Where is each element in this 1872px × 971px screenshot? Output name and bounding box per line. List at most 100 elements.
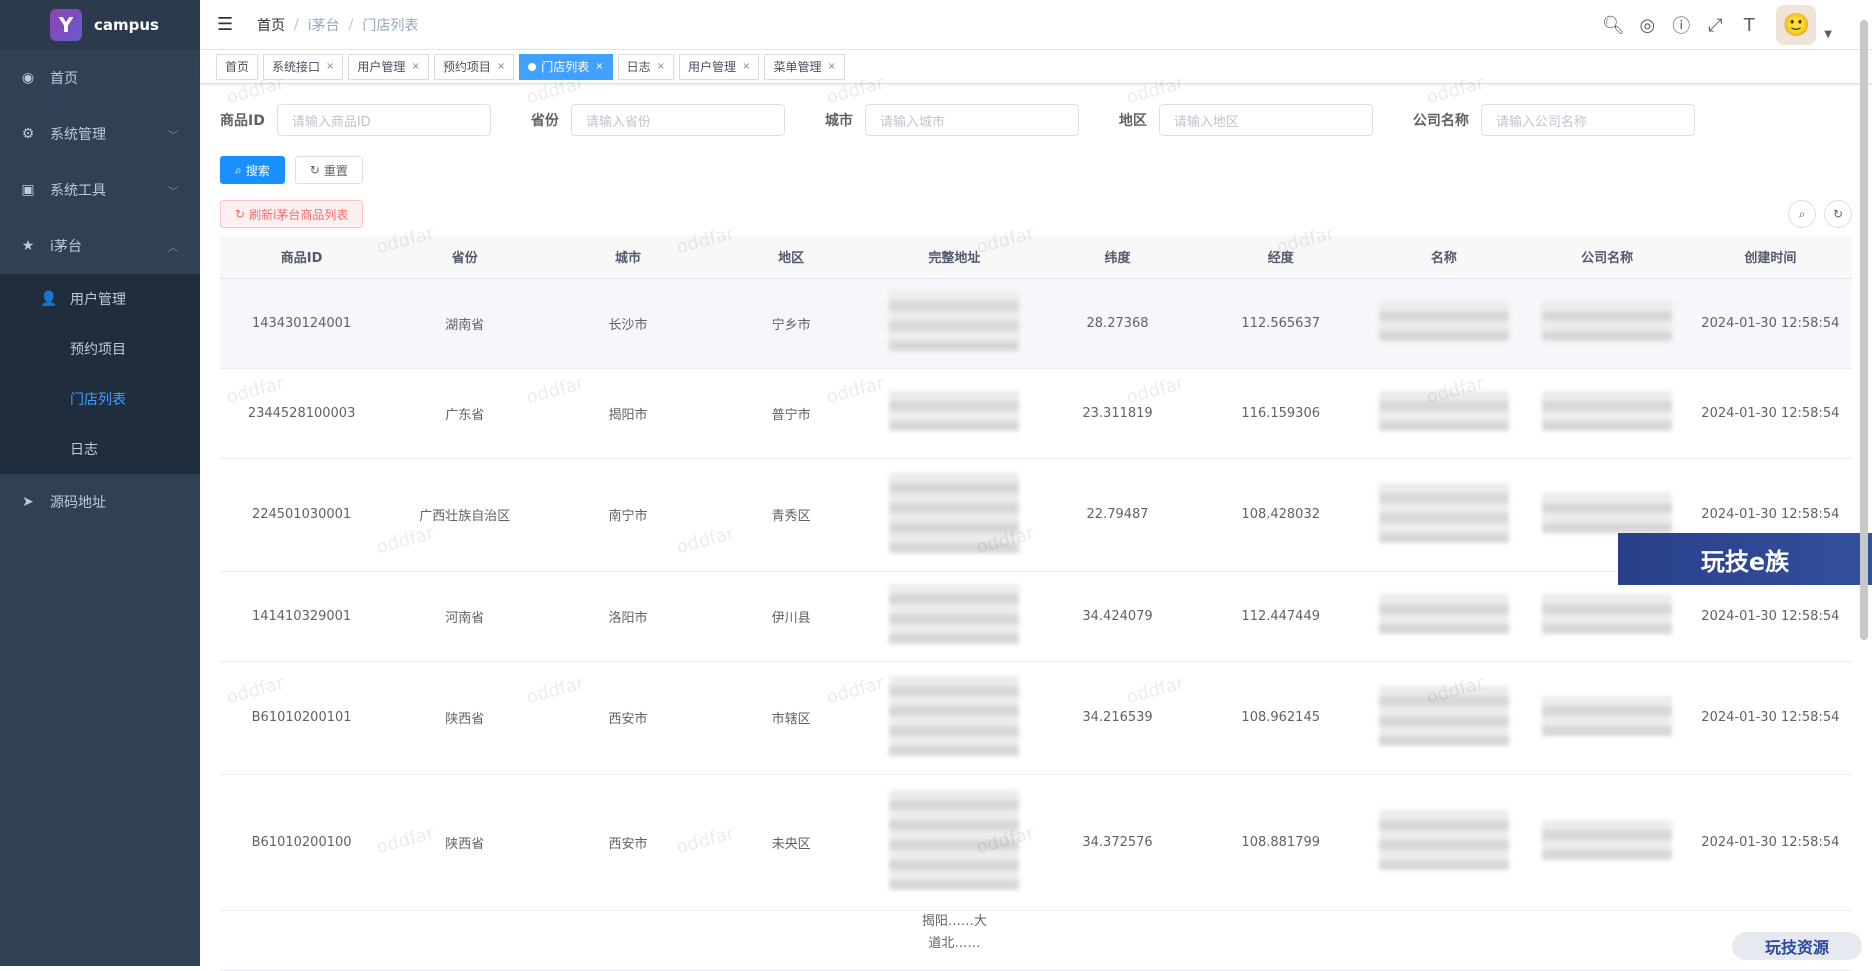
sidebar-submenu: 👤 用户管理 预约项目 门店列表 日志 [0,274,200,474]
filter-label: 省份 [531,110,559,130]
close-icon[interactable]: × [657,61,665,72]
tag-log[interactable]: 日志× [618,54,674,80]
table-row[interactable]: 141410329001 河南省 洛阳市 伊川县 34.424079 112.4… [220,571,1852,661]
dashboard-icon: ◉ [20,70,36,86]
sidebar-item-log[interactable]: 日志 [0,424,200,474]
tag-store-list[interactable]: 门店列表× [519,54,612,80]
search-icon: ⌕ [1799,207,1806,222]
tag-home[interactable]: 首页 [216,54,258,80]
sidebar-item-reservation[interactable]: 预约项目 [0,324,200,374]
tag-user-management-2[interactable]: 用户管理× [679,54,759,80]
sidebar-item-label: 预约项目 [70,339,126,359]
sidebar: Y campus ◉ 首页 ⚙ 系统管理 ﹀ ▣ 系统工具 ﹀ ★ i茅台 ︿ … [0,0,200,966]
toggle-search-button[interactable]: ⌕ [1788,200,1816,228]
tag-menu-management[interactable]: 菜单管理× [764,54,844,80]
column-header: 地区 [710,236,873,278]
breadcrumb-item: i茅台 [308,15,340,35]
column-header: 名称 [1362,236,1525,278]
github-icon[interactable]: ◎ [1636,14,1658,36]
column-header: 城市 [546,236,709,278]
sidebar-item-source-code[interactable]: ➤ 源码地址 [0,474,200,530]
redacted-address [889,584,1019,644]
logo-icon: Y [50,9,82,41]
reset-button[interactable]: ↻重置 [295,156,363,184]
company-input[interactable]: 请输入公司名称 [1481,104,1695,136]
sidebar-item-home[interactable]: ◉ 首页 [0,50,200,106]
close-icon[interactable]: × [497,61,505,72]
caret-down-icon[interactable]: ▼ [1824,29,1832,40]
breadcrumb-item: 门店列表 [362,15,418,35]
filter-label: 城市 [825,110,853,130]
avatar[interactable]: 🙂 [1776,5,1816,45]
redacted-company [1542,594,1672,634]
province-input[interactable]: 请输入省份 [571,104,785,136]
refresh-icon: ↻ [235,207,245,221]
logo[interactable]: Y campus [0,0,200,50]
column-header: 创建时间 [1689,236,1852,278]
table-row[interactable]: B61010200101 陕西省 西安市 市辖区 34.216539 108.9… [220,661,1852,774]
sidebar-item-label: i茅台 [50,236,82,256]
hamburger-icon[interactable]: ☰ [217,14,237,35]
tag-user-management[interactable]: 用户管理× [348,54,428,80]
redacted-name [1379,483,1509,543]
refresh-table-button[interactable]: ↻ [1824,200,1852,228]
column-header: 省份 [383,236,546,278]
breadcrumb-item[interactable]: 首页 [257,15,285,35]
tag-system-api[interactable]: 系统接口× [263,54,343,80]
redacted-name [1379,686,1509,746]
help-icon[interactable]: ⓘ [1670,14,1692,36]
column-header: 纬度 [1036,236,1199,278]
sidebar-item-system-management[interactable]: ⚙ 系统管理 ﹀ [0,106,200,162]
sidebar-item-store-list[interactable]: 门店列表 [0,374,200,424]
column-header: 公司名称 [1526,236,1689,278]
table-row[interactable]: 224501030001 广西壮族自治区 南宁市 青秀区 22.79487 10… [220,458,1852,571]
product-id-input[interactable]: 请输入商品ID [277,104,491,136]
filter-label: 公司名称 [1413,110,1469,130]
scrollbar[interactable] [1860,20,1868,640]
send-icon: ➤ [20,494,36,510]
tags-view: 首页 系统接口× 用户管理× 预约项目× 门店列表× 日志× 用户管理× 菜单管… [200,50,1872,84]
table-row[interactable]: 2344528100003 广东省 揭阳市 普宁市 23.311819 116.… [220,368,1852,458]
logo-text: campus [94,16,159,34]
redacted-address [889,473,1019,553]
sidebar-item-label: 系统管理 [50,124,106,144]
overlay-banner: 玩技e族 [1618,533,1872,585]
sidebar-item-imoutai[interactable]: ★ i茅台 ︿ [0,218,200,274]
redacted-address [889,676,1019,756]
close-icon[interactable]: × [742,61,750,72]
sidebar-item-label: 首页 [50,68,78,88]
sidebar-item-label: 门店列表 [70,389,126,409]
breadcrumb: 首页 / i茅台 / 门店列表 [257,15,418,35]
redacted-company [1542,696,1672,736]
sidebar-item-system-tools[interactable]: ▣ 系统工具 ﹀ [0,162,200,218]
chevron-up-icon: ︿ [168,239,178,254]
partial-address: 揭阳……大 道北…… [873,911,1036,955]
navbar-actions: 🔍︎ ◎ ⓘ ⤢ T 🙂 ▼ [1590,0,1832,50]
filter-label: 商品ID [220,110,265,130]
table-row[interactable]: B61010200100 陕西省 西安市 未央区 34.372576 108.8… [220,774,1852,910]
font-size-icon[interactable]: T [1738,14,1760,36]
search-button[interactable]: ⌕搜索 [220,156,285,184]
refresh-icon: ↻ [1833,207,1843,221]
tag-reservation[interactable]: 预约项目× [434,54,514,80]
close-icon[interactable]: × [827,61,835,72]
refresh-list-button[interactable]: ↻刷新i茅台商品列表 [220,200,363,228]
sidebar-item-label: 用户管理 [70,289,126,309]
search-icon[interactable]: 🔍︎ [1602,14,1624,36]
table-row[interactable]: 揭阳……大 道北…… [220,910,1852,970]
redacted-address [889,391,1019,431]
district-input[interactable]: 请输入地区 [1159,104,1373,136]
star-icon: ★ [20,238,36,254]
chevron-down-icon: ﹀ [168,183,178,198]
city-input[interactable]: 请输入城市 [865,104,1079,136]
table-row[interactable]: 143430124001 湖南省 长沙市 宁乡市 28.27368 112.56… [220,278,1852,368]
store-table: 商品ID 省份 城市 地区 完整地址 纬度 经度 名称 公司名称 创建时间 14… [220,236,1852,971]
close-icon[interactable]: × [411,61,419,72]
sidebar-item-user-management[interactable]: 👤 用户管理 [0,274,200,324]
user-icon: 👤 [40,291,56,307]
close-icon[interactable]: × [595,61,603,72]
column-header: 经度 [1199,236,1362,278]
fullscreen-icon[interactable]: ⤢ [1704,14,1726,36]
close-icon[interactable]: × [326,61,334,72]
column-header: 商品ID [220,236,383,278]
